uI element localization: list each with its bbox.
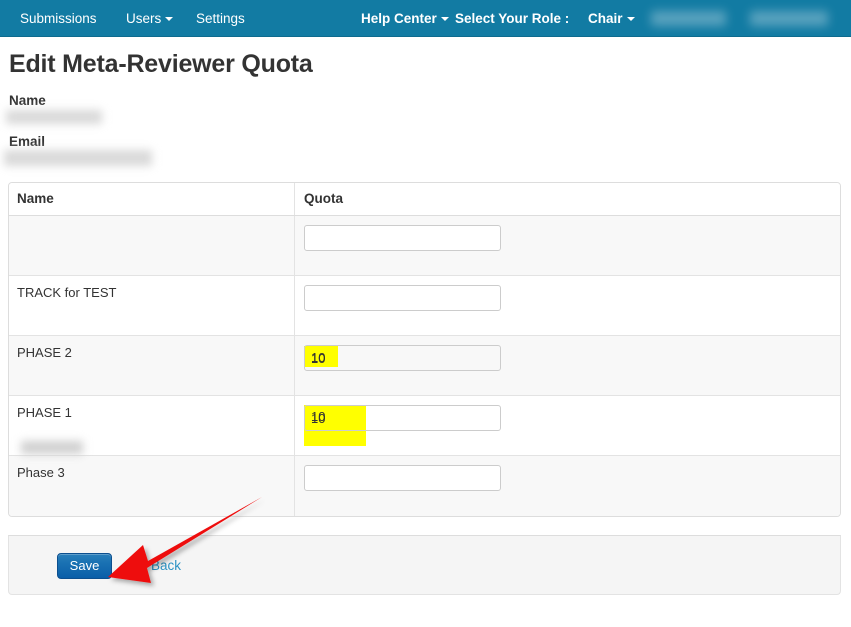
nav-item-redacted-2[interactable]: [750, 11, 828, 26]
nav-label-submissions: Submissions: [20, 11, 97, 26]
nav-item-users[interactable]: Users: [126, 0, 174, 37]
quota-input-row-2[interactable]: [304, 285, 501, 311]
nav-label-chair: Chair: [588, 11, 623, 26]
table-row: TRACK for TEST: [9, 276, 840, 336]
track-name-label: Phase 3: [17, 465, 65, 480]
quota-input-row-4[interactable]: [304, 405, 501, 431]
nav-item-help-center[interactable]: Help Center: [361, 0, 449, 37]
top-navbar: Submissions Users Settings Help Center S…: [0, 0, 851, 37]
track-name-cell: PHASE 1: [9, 396, 295, 455]
name-field-value-redacted: [6, 110, 102, 124]
nav-label-help-center: Help Center: [361, 11, 437, 26]
nav-label-settings: Settings: [196, 11, 245, 26]
table-row: PHASE 1 10: [9, 396, 840, 456]
track-name-cell: Phase 3: [9, 456, 295, 516]
chevron-down-icon: [626, 17, 635, 22]
table-header-name: Name: [9, 183, 295, 215]
quota-input-row-5[interactable]: [304, 465, 501, 491]
quota-table: Name Quota TRACK for TEST PHASE 2 10 10 …: [8, 182, 841, 517]
track-name-label: TRACK for TEST: [17, 285, 117, 300]
track-name-label: PHASE 1: [17, 405, 72, 420]
quota-cell: 10: [295, 336, 840, 395]
quota-cell: [295, 456, 840, 516]
quota-input-row-3[interactable]: [304, 345, 501, 371]
page-title: Edit Meta-Reviewer Quota: [9, 50, 313, 78]
quota-cell: 10: [295, 396, 840, 455]
nav-item-settings[interactable]: Settings: [196, 0, 245, 37]
nav-label-select-your-role: Select Your Role :: [455, 0, 569, 37]
table-header-row: Name Quota: [9, 183, 840, 216]
email-field-value-redacted: [4, 150, 152, 166]
table-row: PHASE 2 10: [9, 336, 840, 396]
table-header-quota: Quota: [304, 191, 343, 206]
save-button[interactable]: Save: [57, 553, 112, 579]
chevron-down-icon: [440, 17, 449, 22]
nav-item-role-chair[interactable]: Chair: [588, 0, 635, 37]
form-action-panel: [8, 535, 841, 595]
track-name-cell: [9, 216, 295, 454]
nav-label-select-role-text: Select Your Role :: [455, 11, 570, 26]
quota-cell: [295, 276, 840, 335]
back-link[interactable]: Back: [151, 558, 181, 573]
nav-item-redacted-1[interactable]: [651, 11, 726, 26]
nav-item-submissions[interactable]: Submissions: [20, 0, 97, 37]
quota-cell: [295, 216, 840, 275]
track-name-cell: PHASE 2: [9, 336, 295, 395]
table-row: Phase 3: [9, 456, 840, 516]
name-field-label: Name: [9, 93, 46, 108]
nav-label-users: Users: [126, 11, 162, 26]
table-row: [9, 216, 840, 454]
quota-input-row-1[interactable]: [304, 225, 501, 251]
email-field-label: Email: [9, 134, 46, 149]
track-name-label: PHASE 2: [17, 345, 72, 360]
chevron-down-icon: [165, 17, 174, 22]
track-name-cell: TRACK for TEST: [9, 276, 295, 335]
